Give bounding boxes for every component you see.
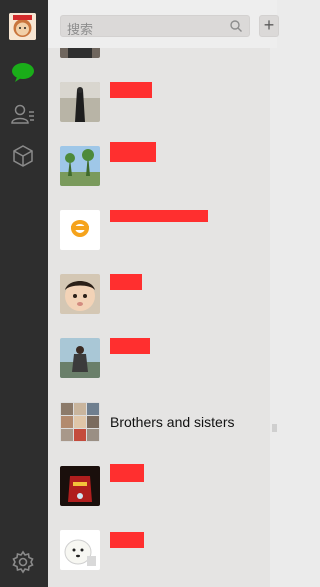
list-item[interactable] (48, 518, 270, 582)
redacted-name (110, 274, 142, 290)
list-item[interactable] (48, 326, 270, 390)
sidebar (0, 0, 48, 587)
avatar (60, 274, 100, 314)
top-bar: 搜索 + (48, 0, 279, 48)
chat-name: Brothers and sisters (110, 414, 235, 430)
search-input[interactable]: 搜索 (60, 15, 250, 37)
redacted-name (110, 210, 208, 222)
avatar (60, 82, 100, 122)
avatar (60, 210, 100, 250)
redacted-name (110, 338, 150, 354)
list-item[interactable] (48, 70, 270, 134)
list-item[interactable] (48, 134, 270, 198)
redacted-name (110, 142, 156, 162)
favorites-cube-icon[interactable] (10, 143, 36, 169)
user-avatar[interactable] (9, 13, 36, 40)
list-item[interactable] (48, 262, 270, 326)
list-item[interactable] (48, 198, 270, 262)
avatar (60, 48, 100, 58)
contacts-icon[interactable] (10, 102, 36, 128)
chat-icon[interactable] (10, 60, 36, 86)
add-button[interactable]: + (259, 15, 279, 37)
redacted-name (110, 532, 144, 548)
search-icon (230, 20, 242, 32)
scrollbar[interactable] (272, 424, 277, 432)
list-item[interactable] (48, 48, 270, 70)
avatar (60, 338, 100, 378)
chat-list[interactable]: Brothers and sisters (48, 48, 270, 587)
redacted-name (110, 82, 152, 98)
group-avatar (60, 402, 100, 442)
avatar (60, 146, 100, 186)
settings-gear-icon[interactable] (10, 549, 36, 575)
search-placeholder: 搜索 (67, 22, 94, 37)
avatar (60, 466, 100, 506)
list-item[interactable] (48, 454, 270, 518)
list-item[interactable]: Brothers and sisters (48, 390, 270, 454)
redacted-name (110, 464, 144, 482)
avatar (60, 530, 100, 570)
